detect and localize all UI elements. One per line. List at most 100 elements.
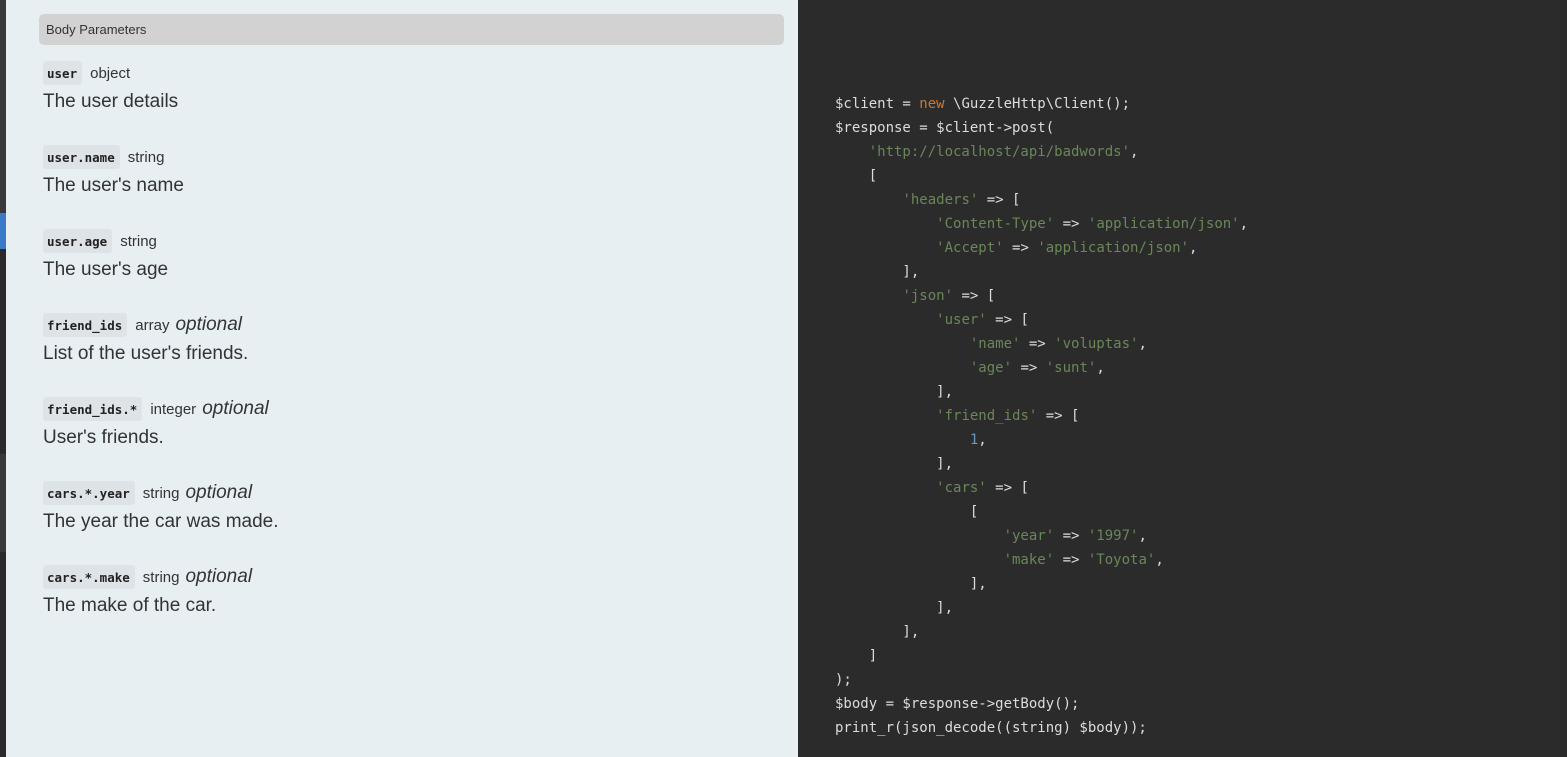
code-token-kw: new (919, 96, 945, 112)
code-token-str: 'json' (902, 288, 954, 304)
param-description: The year the car was made. (43, 511, 279, 532)
param-optional-flag: optional (175, 314, 243, 335)
param-description: The make of the car. (43, 595, 217, 616)
code-line: ], (835, 452, 1248, 476)
param-item: user.name string The user's name (43, 144, 184, 198)
code-line: ] (835, 644, 1248, 668)
code-line: 'age' => 'sunt', (835, 356, 1248, 380)
param-description: The user details (43, 91, 179, 112)
code-token-plain: => (1054, 216, 1088, 232)
param-type: integer (150, 400, 197, 418)
code-token-str: 'user' (936, 312, 987, 328)
code-token-plain: ], (835, 384, 954, 400)
content-panel: Body Parameters user object The user detai… (6, 0, 798, 757)
param-header: user.name string (43, 144, 184, 170)
code-token-plain: , (1239, 216, 1249, 232)
code-token-str: 'age' (969, 360, 1013, 376)
code-token-plain: => (1012, 360, 1046, 376)
code-token-plain: ], (835, 600, 954, 616)
code-token-plain: ], (835, 624, 920, 640)
param-name: friend_ids (43, 313, 128, 337)
code-token-str: 'name' (969, 336, 1021, 352)
code-token-plain: [ (835, 168, 878, 184)
code-token-plain: $response = $client->post( (835, 120, 1055, 136)
code-token-str: 'year' (1003, 528, 1055, 544)
param-header: friend_ids array optional (43, 312, 248, 338)
code-line: $client = new \GuzzleHttp\Client(); (835, 92, 1248, 116)
param-type: array (135, 316, 170, 334)
code-line: print_r(json_decode((string) $body)); (835, 716, 1248, 740)
code-line: ], (835, 596, 1248, 620)
param-name: user.age (43, 229, 113, 253)
code-token-plain: => [ (986, 480, 1029, 496)
code-token-str: 'application/json' (1087, 216, 1240, 232)
param-item: cars.*.year string optional The year the ca… (43, 480, 279, 534)
code-line: 'year' => '1997', (835, 524, 1248, 548)
code-token-plain: ], (835, 456, 954, 472)
code-token-plain: , (1130, 144, 1139, 160)
param-optional-flag: optional (185, 566, 253, 587)
code-token-plain: ], (835, 264, 920, 280)
code-line: 'http://localhost/api/badwords', (835, 140, 1248, 164)
code-token-plain: => [ (978, 192, 1021, 208)
param-item: user object The user details (43, 60, 178, 114)
code-token-str: 'make' (1003, 552, 1055, 568)
code-line: $response = $client->post( (835, 116, 1248, 140)
code-token-plain: print_r(json_decode((string) $body)); (835, 720, 1147, 736)
param-optional-flag: optional (202, 398, 269, 419)
param-name: user.name (43, 145, 120, 169)
param-type: object (90, 64, 131, 82)
code-line: 'friend_ids' => [ (835, 404, 1248, 428)
code-token-plain: => [ (986, 312, 1029, 328)
param-description: User's friends. (43, 427, 164, 448)
code-token-plain: => (1020, 336, 1055, 352)
code-line: 1, (835, 428, 1248, 452)
code-token-plain: , (1138, 336, 1147, 352)
code-token-plain: ], (835, 576, 987, 592)
code-token-plain: ] (835, 648, 878, 664)
code-token-str: 'voluptas' (1054, 336, 1139, 352)
param-header: user.age string (43, 228, 168, 254)
param-description: The user's age (43, 259, 169, 280)
code-line: 'cars' => [ (835, 476, 1248, 500)
code-line: 'name' => 'voluptas', (835, 332, 1248, 356)
param-name: user (43, 61, 83, 85)
code-token-plain: $body = $response->getBody(); (835, 696, 1080, 712)
param-header: cars.*.make string optional (43, 564, 252, 590)
code-line: 'user' => [ (835, 308, 1248, 332)
code-token-plain: , (1189, 240, 1198, 256)
code-line: ], (835, 620, 1248, 644)
code-token-str: 'application/json' (1037, 240, 1190, 256)
param-item: friend_ids.* integer optional User's friend… (43, 396, 269, 450)
code-line: 'headers' => [ (835, 188, 1248, 212)
param-description: List of the user's friends. (43, 343, 249, 364)
code-line: 'Accept' => 'application/json', (835, 236, 1248, 260)
code-token-plain: => [ (1037, 408, 1080, 424)
code-token-str: 'sunt' (1045, 360, 1097, 376)
code-token-plain: , (1155, 552, 1164, 568)
code-panel: $client = new \GuzzleHttp\Client(); $resp… (798, 0, 1567, 757)
code-token-plain: => [ (953, 288, 996, 304)
code-token-str: 'headers' (902, 192, 979, 208)
code-token-str: 'http://localhost/api/badwords' (868, 144, 1131, 160)
code-token-str: '1997' (1087, 528, 1139, 544)
code-line: [ (835, 164, 1248, 188)
code-token-plain: => (1054, 552, 1088, 568)
param-type: string (120, 232, 157, 250)
code-token-plain: \GuzzleHttp\Client(); (944, 96, 1131, 112)
param-item: user.age string The user's age (43, 228, 168, 282)
code-line: 'make' => 'Toyota', (835, 548, 1248, 572)
code-token-plain: , (1138, 528, 1147, 544)
param-optional-flag: optional (185, 482, 253, 503)
param-item: cars.*.make string optional The make of the… (43, 564, 252, 618)
